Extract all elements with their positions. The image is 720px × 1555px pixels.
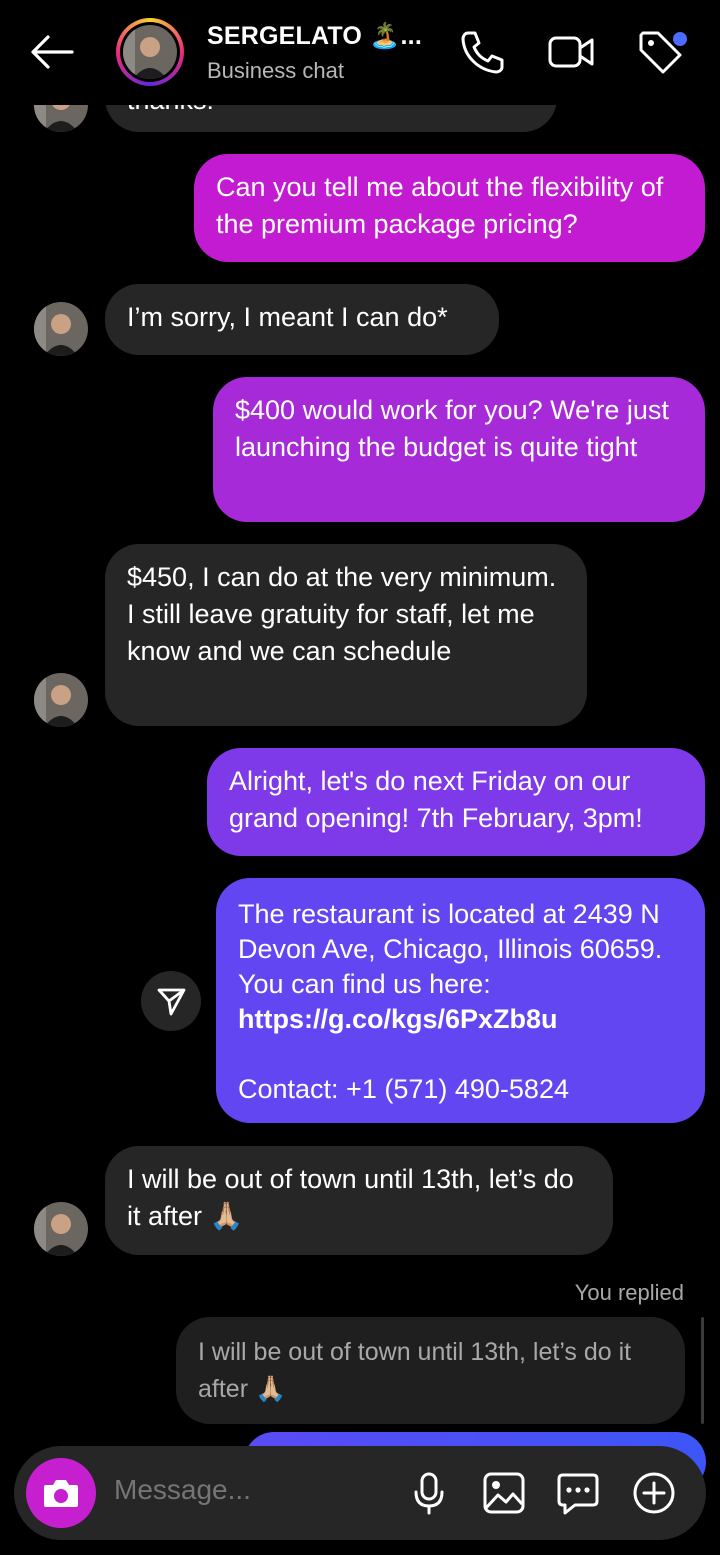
message-text: I’m sorry, I meant I can do* (127, 302, 448, 332)
avatar[interactable] (34, 673, 88, 727)
reply-indicator-bar (701, 1317, 704, 1424)
message-text: $400 would work for you? We're just laun… (235, 395, 669, 462)
profile-avatar[interactable] (116, 18, 184, 86)
message-bubble-incoming[interactable]: $450, I can do at the very minimum. I st… (105, 544, 587, 726)
video-call-button[interactable] (547, 28, 595, 76)
gallery-button[interactable] (481, 1470, 527, 1516)
avatar[interactable] (34, 302, 88, 356)
chat-title[interactable]: SERGELATO 🏝️... (207, 22, 422, 51)
share-button[interactable] (141, 971, 201, 1031)
sticker-chat-icon (557, 1473, 599, 1515)
camera-icon (44, 1480, 78, 1507)
back-button[interactable] (28, 28, 76, 76)
message-input[interactable] (112, 1473, 396, 1507)
avatar[interactable] (34, 1202, 88, 1256)
back-arrow-icon (31, 35, 74, 69)
chat-thread: thanks! Can you tell me about the flexib… (0, 0, 720, 1555)
more-options-button[interactable] (631, 1470, 677, 1516)
phone-icon (461, 31, 504, 74)
share-icon (157, 988, 186, 1016)
message-bubble-outgoing[interactable]: $400 would work for you? We're just laun… (213, 377, 705, 522)
call-button[interactable] (458, 28, 506, 76)
message-text: The restaurant is located at 2439 N Devo… (238, 899, 663, 999)
quoted-text: I will be out of town until 13th, let’s … (198, 1338, 632, 1403)
message-bubble-incoming[interactable]: I will be out of town until 13th, let’s … (105, 1146, 613, 1255)
voice-message-button[interactable] (406, 1470, 452, 1516)
message-bubble-incoming[interactable]: I’m sorry, I meant I can do* (105, 284, 499, 355)
reply-quote[interactable]: I will be out of town until 13th, let’s … (176, 1317, 685, 1424)
message-link[interactable]: https://g.co/kgs/6PxZb8u (238, 1002, 683, 1037)
message-bubble-outgoing[interactable]: Alright, let's do next Friday on our gra… (207, 748, 705, 856)
message-text: Alright, let's do next Friday on our gra… (229, 766, 643, 833)
message-text: Can you tell me about the flexibility of… (216, 172, 664, 239)
message-bubble-outgoing[interactable]: Can you tell me about the flexibility of… (194, 154, 705, 262)
message-text: $450, I can do at the very minimum. I st… (127, 562, 557, 666)
plus-circle-icon (633, 1472, 675, 1514)
message-bubble-outgoing[interactable]: The restaurant is located at 2439 N Devo… (216, 878, 705, 1123)
message-text: I will be out of town until 13th, let’s … (127, 1164, 574, 1231)
notification-dot (671, 30, 689, 48)
sticker-button[interactable] (555, 1470, 601, 1516)
reply-label: You replied (574, 1280, 684, 1305)
camera-button[interactable] (26, 1458, 96, 1528)
gallery-icon (483, 1472, 525, 1514)
chat-header: SERGELATO 🏝️... Business chat (0, 0, 720, 105)
microphone-icon (414, 1472, 444, 1515)
chat-subtitle: Business chat (207, 58, 344, 83)
video-camera-icon (548, 36, 594, 68)
message-contact: Contact: +1 (571) 490-5824 (238, 1074, 569, 1104)
message-composer (14, 1446, 706, 1540)
